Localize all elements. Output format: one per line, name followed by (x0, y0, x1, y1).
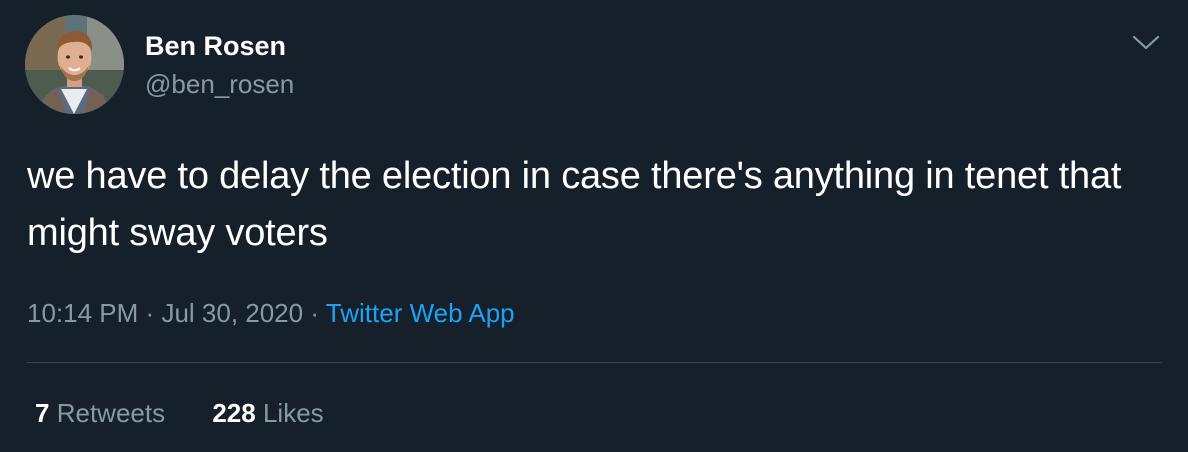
chevron-down-icon[interactable] (1130, 26, 1162, 58)
tweet-time[interactable]: 10:14 PM (27, 298, 138, 328)
tweet-source-link[interactable]: Twitter Web App (326, 298, 515, 328)
divider (27, 362, 1162, 363)
meta-separator: · (145, 298, 155, 328)
tweet-meta: 10:14 PM · Jul 30, 2020 · Twitter Web Ap… (27, 296, 515, 330)
meta-separator: · (310, 298, 320, 328)
tweet-stats: 7 Retweets 228 Likes (35, 396, 324, 430)
likes-count: 228 (212, 398, 256, 428)
tweet-text: we have to delay the election in case th… (27, 155, 1122, 254)
tweet-date[interactable]: Jul 30, 2020 (161, 298, 303, 328)
retweets-label: Retweets (56, 398, 166, 428)
retweets-count: 7 (35, 398, 50, 428)
author-name[interactable]: Ben Rosen (145, 30, 286, 62)
tweet-card: Ben Rosen @ben_rosen we have to delay th… (0, 0, 1188, 452)
avatar[interactable] (25, 15, 124, 114)
author-handle[interactable]: @ben_rosen (145, 68, 294, 100)
likes-stat[interactable]: 228 Likes (212, 396, 323, 430)
likes-label: Likes (262, 398, 324, 428)
retweets-stat[interactable]: 7 Retweets (35, 396, 165, 430)
avatar-photo (25, 15, 124, 114)
